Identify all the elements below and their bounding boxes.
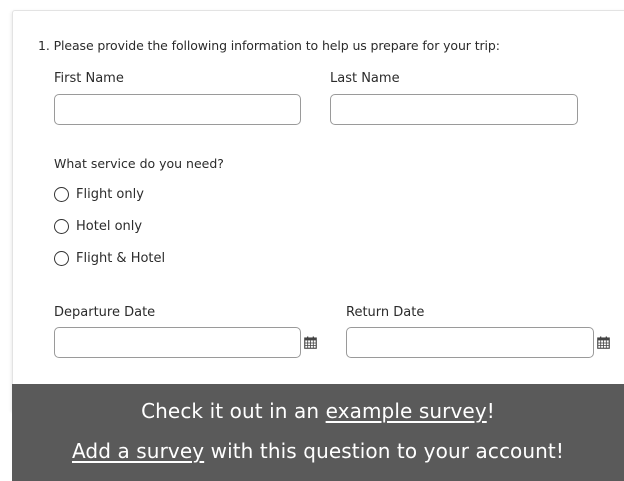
first-name-input[interactable] bbox=[54, 94, 301, 125]
example-survey-link[interactable]: example survey bbox=[326, 399, 487, 423]
cta-line-example: Check it out in an example survey! bbox=[12, 399, 624, 423]
cta-text: with this question to your account! bbox=[204, 439, 564, 463]
radio-button[interactable] bbox=[54, 218, 69, 234]
return-date-label: Return Date bbox=[346, 305, 425, 320]
cta-text: Check it out in an bbox=[141, 399, 326, 423]
last-name-input[interactable] bbox=[330, 94, 578, 125]
first-name-label: First Name bbox=[54, 71, 124, 86]
cta-text: ! bbox=[486, 399, 495, 423]
cta-banner: Check it out in an example survey! Add a… bbox=[12, 384, 624, 481]
radio-button[interactable] bbox=[54, 250, 69, 266]
calendar-icon[interactable] bbox=[597, 336, 610, 349]
return-date-input[interactable] bbox=[346, 327, 594, 358]
calendar-icon[interactable] bbox=[304, 336, 317, 349]
radio-button[interactable] bbox=[54, 186, 69, 202]
departure-date-input[interactable] bbox=[54, 327, 301, 358]
last-name-label: Last Name bbox=[330, 71, 400, 86]
radio-label: Flight & Hotel bbox=[76, 250, 166, 266]
radio-option-flight-only[interactable]: Flight only bbox=[54, 184, 144, 204]
radio-option-flight-hotel[interactable]: Flight & Hotel bbox=[54, 248, 165, 268]
service-prompt: What service do you need? bbox=[54, 156, 224, 171]
add-survey-link[interactable]: Add a survey bbox=[72, 439, 204, 463]
radio-label: Flight only bbox=[76, 186, 144, 202]
question-title: 1. Please provide the following informat… bbox=[38, 38, 500, 53]
radio-label: Hotel only bbox=[76, 218, 143, 234]
radio-option-hotel-only[interactable]: Hotel only bbox=[54, 216, 142, 236]
departure-date-label: Departure Date bbox=[54, 305, 156, 320]
cta-line-add: Add a survey with this question to your … bbox=[12, 439, 624, 463]
